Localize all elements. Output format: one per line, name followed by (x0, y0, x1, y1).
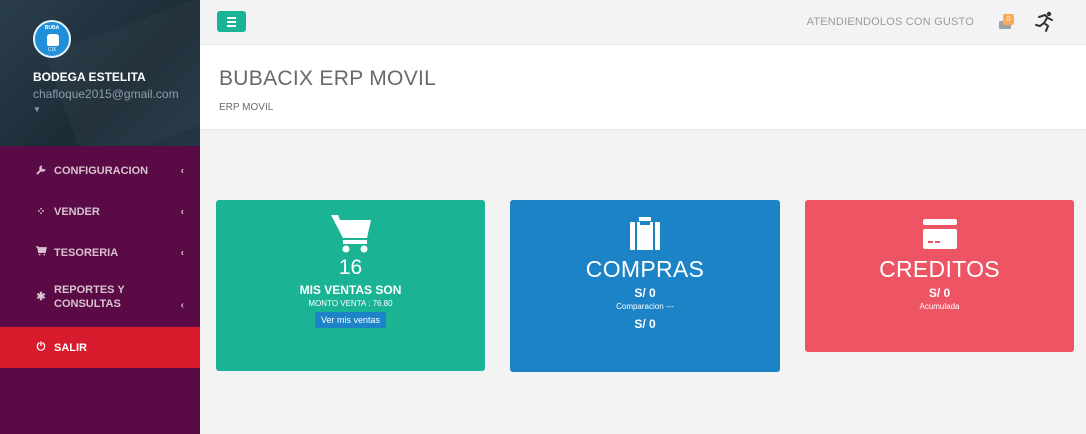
purchases-value: S/ 0 (634, 286, 656, 300)
sidebar-item-label: VENDER (54, 205, 100, 218)
sidebar-item-label: REPORTES Y CONSULTAS (54, 284, 125, 310)
sidebar-nav: CONFIGURACION ‹ ⁘ VENDER ‹ TESORERIA ‹ ✱ (0, 150, 200, 368)
page-subtitle: ERP MOVIL (219, 102, 274, 113)
menu-toggle-button[interactable] (217, 11, 246, 32)
envelope-icon[interactable]: 0 (998, 14, 1014, 30)
store-name[interactable]: BODEGA ESTELITA (33, 70, 200, 84)
chevron-left-icon: ‹ (180, 247, 184, 258)
wrench-icon (34, 164, 48, 178)
profile-panel: BUBA CIX BODEGA ESTELITA chafloque2015@g… (0, 0, 200, 146)
sales-card: 16 MIS VENTAS SON MONTO VENTA : 76.80 Ve… (216, 200, 485, 371)
chevron-left-icon: ‹ (180, 206, 184, 217)
app: BUBA CIX BODEGA ESTELITA chafloque2015@g… (0, 0, 1086, 434)
purchases-title: COMPRAS (585, 256, 705, 282)
credits-caption: Acumulada (919, 302, 960, 311)
sidebar-item-label: TESORERIA (54, 246, 119, 259)
page-heading: BUBACIX ERP MOVIL ERP MOVIL (200, 45, 1086, 130)
chevron-left-icon: ‹ (180, 165, 184, 176)
sidebar-item-label-row: ✱ REPORTES Y CONSULTAS (34, 283, 144, 311)
credits-value: S/ 0 (928, 286, 951, 300)
profile-dropdown-caret-icon[interactable]: ▼ (33, 105, 200, 114)
sidebar-item-salir[interactable]: ⏻ SALIR (0, 327, 200, 368)
sidebar-item-tesoreria[interactable]: TESORERIA ‹ (0, 232, 200, 273)
credits-title: CREDITOS (879, 256, 1000, 282)
credits-card: CREDITOS S/ 0 Acumulada (805, 200, 1074, 352)
sidebar-item-label-wrap: ✱ REPORTES Y CONSULTAS (34, 283, 144, 311)
running-man-icon[interactable] (1032, 9, 1058, 35)
shopping-cart-icon (329, 212, 373, 254)
mail-count-badge: 0 (1003, 14, 1014, 25)
android-icon (47, 34, 59, 46)
sidebar-item-label: SALIR (54, 341, 87, 354)
sidebar-item-vender[interactable]: ⁘ VENDER ‹ (0, 191, 200, 232)
purchases-card: COMPRAS S/ 0 Comparacion --- S/ 0 (510, 200, 780, 372)
gear-icon: ✱ (36, 291, 46, 303)
sidebar: BUBA CIX BODEGA ESTELITA chafloque2015@g… (0, 0, 200, 434)
spinner-icon: ⁘ (36, 206, 46, 218)
avatar-text-bottom: CIX (47, 47, 57, 53)
sales-count: 16 (338, 256, 363, 279)
store-email[interactable]: chafloque2015@gmail.com (33, 87, 200, 101)
page-title: BUBACIX ERP MOVIL (219, 67, 437, 90)
chevron-left-icon: ‹ (180, 300, 184, 312)
power-icon: ⏻ (36, 341, 46, 353)
sidebar-item-label: CONFIGURACION (54, 164, 149, 177)
credit-card-icon (918, 212, 962, 254)
briefcase-icon (623, 212, 667, 254)
cart-icon (34, 246, 48, 259)
hamburger-line (227, 24, 236, 27)
welcome-message: ATENDIENDOLOS CON GUSTO (806, 16, 974, 28)
sales-amount: MONTO VENTA : 76.80 (308, 299, 393, 308)
purchases-compare-value: S/ 0 (634, 317, 656, 331)
hamburger-line (227, 16, 236, 19)
sidebar-item-configuracion[interactable]: CONFIGURACION ‹ (0, 150, 200, 191)
top-navbar: ATENDIENDOLOS CON GUSTO 0 (200, 0, 1086, 45)
avatar[interactable]: BUBA CIX (33, 20, 71, 58)
hamburger-line (227, 20, 236, 23)
sales-label: MIS VENTAS SON (299, 283, 402, 297)
sidebar-item-reportes[interactable]: ✱ REPORTES Y CONSULTAS ‹ (0, 273, 200, 327)
view-sales-button[interactable]: Ver mis ventas (314, 312, 387, 328)
avatar-text-top: BUBA (44, 25, 60, 31)
purchases-caption: Comparacion --- (616, 302, 674, 311)
